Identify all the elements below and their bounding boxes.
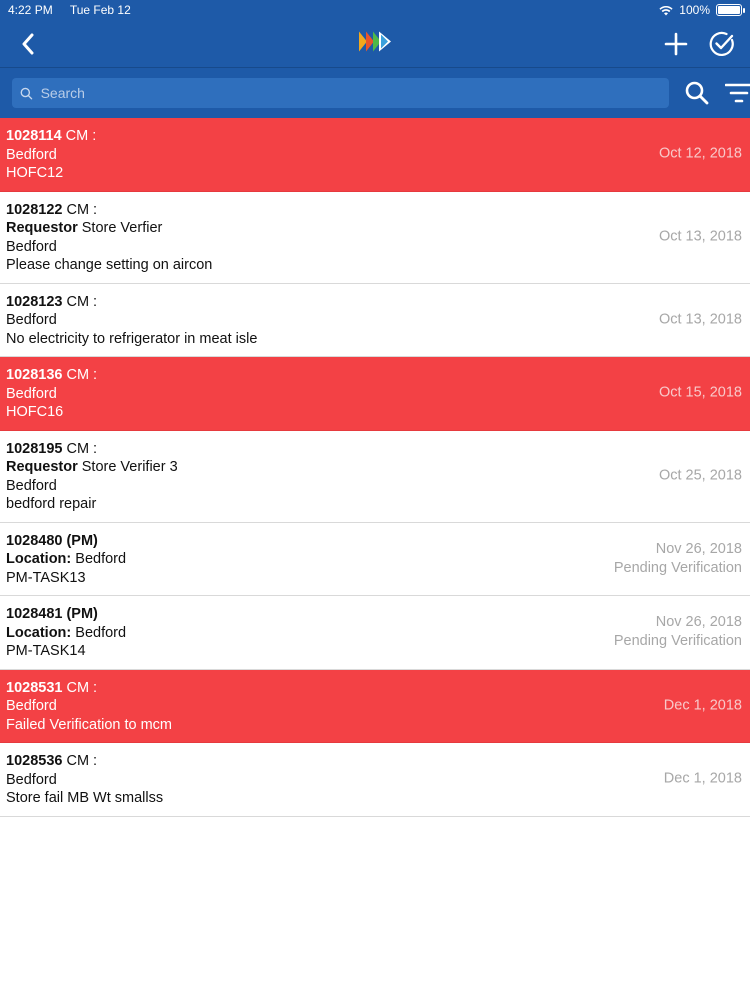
location-label: Location:: [6, 551, 72, 567]
item-id: 1028195: [6, 440, 63, 457]
app-logo-icon: [357, 29, 393, 58]
requestor-value: Store Verfier: [77, 220, 163, 236]
item-date: Dec 1, 2018: [663, 697, 742, 714]
item-date: Dec 1, 2018: [663, 770, 742, 787]
item-description: Please change setting on aircon: [6, 257, 213, 273]
navigation-bar: [0, 20, 750, 67]
item-id: 1028531: [6, 679, 63, 696]
filter-icon: [725, 83, 750, 103]
item-location: Bedford: [6, 146, 57, 163]
filter-button[interactable]: [721, 75, 750, 111]
item-date-status: Nov 26, 2018 Pending Verification: [614, 613, 742, 651]
search-button[interactable]: [679, 75, 715, 111]
list-item[interactable]: 1028114 CM : Bedford HOFC12 Oct 12, 2018: [0, 118, 750, 192]
item-date: Oct 25, 2018: [658, 467, 742, 484]
list-item[interactable]: 1028531 CM : Bedford Failed Verification…: [0, 669, 750, 743]
item-type: CM :: [62, 293, 98, 310]
list-item[interactable]: 1028136 CM : Bedford HOFC16 Oct 15, 2018: [0, 357, 750, 431]
item-type: CM :: [62, 679, 98, 696]
search-small-icon: [20, 87, 33, 99]
search-bar: [0, 67, 750, 118]
add-button[interactable]: [658, 26, 694, 62]
search-field[interactable]: [12, 78, 669, 108]
item-status: Pending Verification: [613, 559, 742, 576]
item-type: CM :: [62, 201, 98, 218]
item-date: Nov 26, 2018: [655, 614, 742, 631]
item-title: 1028531 CM :: [6, 679, 744, 698]
requestor-value: Store Verifier 3: [77, 459, 178, 475]
list-item[interactable]: 1028480 (PM) Location: Bedford PM-TASK13…: [0, 523, 750, 596]
item-location: Bedford: [6, 477, 57, 494]
item-id: 1028114: [6, 128, 62, 144]
item-status: Pending Verification: [613, 633, 742, 650]
location-value: Bedford: [71, 624, 127, 641]
item-description: HOFC16: [6, 404, 64, 420]
item-description: bedford repair: [6, 496, 97, 512]
item-id: 1028480 (PM): [6, 532, 98, 549]
item-requestor: Requestor Store Verifier 3: [6, 458, 744, 477]
item-location: Bedford: [6, 238, 57, 255]
item-title: 1028122 CM :: [6, 201, 744, 220]
search-input[interactable]: [40, 85, 661, 101]
status-time: 4:22 PM: [8, 3, 53, 17]
item-date: Nov 26, 2018: [655, 540, 742, 557]
item-description: Store fail MB Wt smallss: [6, 790, 164, 806]
item-requestor: Requestor Store Verfier: [6, 219, 744, 238]
item-type: CM :: [62, 753, 98, 769]
item-id: 1028481 (PM): [6, 606, 98, 622]
status-date: Tue Feb 12: [69, 3, 131, 17]
item-id: 1028122: [6, 201, 63, 218]
item-description: No electricity to refrigerator in meat i…: [6, 330, 258, 347]
item-type: CM :: [61, 128, 97, 144]
requestor-label: Requestor: [6, 220, 78, 236]
battery-icon: [716, 4, 745, 16]
item-id: 1028123: [6, 293, 63, 310]
list-item[interactable]: 1028481 (PM) Location: Bedford PM-TASK14…: [0, 596, 750, 670]
list-item[interactable]: 1028122 CM : Requestor Store Verfier Bed…: [0, 192, 750, 284]
nav-actions: [658, 26, 740, 62]
check-circle-icon: [709, 31, 734, 56]
chevron-left-icon: [22, 33, 34, 54]
list-item[interactable]: 1028536 CM : Bedford Store fail MB Wt sm…: [0, 743, 750, 817]
item-date: Oct 13, 2018: [658, 311, 742, 328]
verify-button[interactable]: [704, 26, 740, 62]
plus-icon: [664, 32, 688, 55]
status-bar: 4:22 PM Tue Feb 12 100%: [0, 0, 750, 20]
item-id: 1028136: [6, 367, 63, 383]
item-title: 1028123 CM :: [6, 293, 744, 312]
item-date-status: Nov 26, 2018 Pending Verification: [614, 540, 742, 578]
item-id: 1028536: [6, 753, 63, 769]
location-value: Bedford: [71, 551, 127, 567]
item-location: Bedford: [6, 312, 57, 328]
item-date: Oct 12, 2018: [658, 145, 742, 162]
item-title: 1028114 CM :: [6, 127, 744, 146]
requestor-label: Requestor: [6, 459, 78, 475]
battery-percent: 100%: [679, 3, 710, 17]
back-button[interactable]: [10, 26, 46, 62]
item-description: Failed Verification to mcm: [6, 716, 173, 733]
item-date: Oct 15, 2018: [658, 384, 742, 401]
item-type: CM :: [62, 367, 98, 383]
search-actions: [679, 75, 750, 111]
search-icon: [685, 81, 709, 105]
work-order-list: 1028114 CM : Bedford HOFC12 Oct 12, 2018…: [0, 118, 750, 817]
list-item[interactable]: 1028195 CM : Requestor Store Verifier 3 …: [0, 431, 750, 523]
list-item[interactable]: 1028123 CM : Bedford No electricity to r…: [0, 284, 750, 357]
status-left: 4:22 PM Tue Feb 12: [8, 3, 145, 17]
item-date: Oct 13, 2018: [658, 228, 742, 245]
wifi-icon: [659, 5, 673, 15]
item-location: Bedford: [6, 698, 57, 714]
item-location: Bedford: [6, 385, 57, 402]
status-right: 100%: [659, 3, 745, 17]
item-type: CM :: [62, 440, 98, 457]
item-title: 1028536 CM :: [6, 752, 744, 771]
item-location: Bedford: [6, 771, 57, 788]
location-label: Location:: [6, 624, 72, 641]
item-title: 1028136 CM :: [6, 366, 744, 385]
item-description: HOFC12: [6, 165, 64, 181]
item-title: 1028195 CM :: [6, 440, 744, 459]
